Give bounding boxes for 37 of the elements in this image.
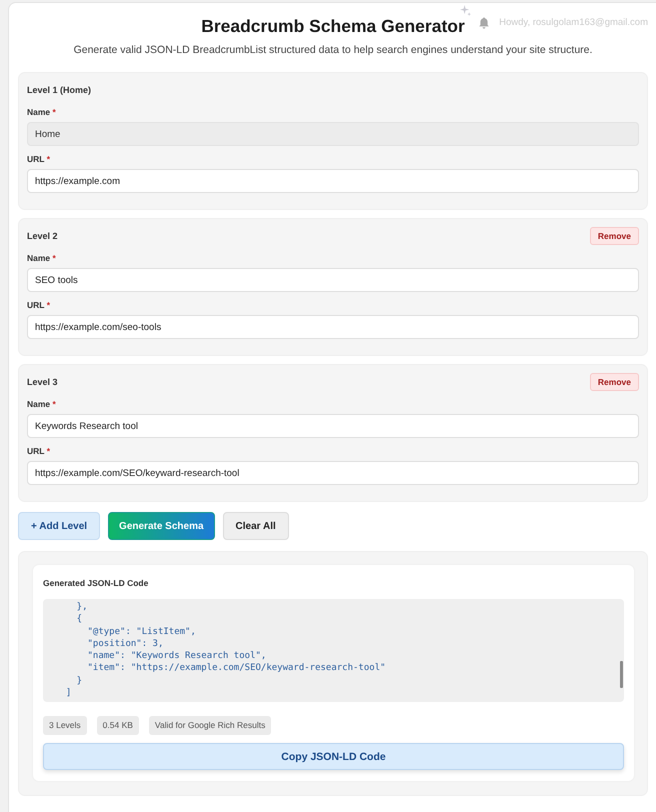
bell-icon[interactable] — [479, 17, 490, 29]
code-line: }, — [76, 601, 88, 614]
page-subtitle: Generate valid JSON-LD BreadcrumbList structured data to help search engines understand your site structure. — [72, 43, 594, 57]
sparkle-icon — [460, 5, 472, 16]
field-label: Name * — [27, 106, 56, 118]
info-badge: Valid for Google Rich Results — [148, 716, 272, 735]
code-heading: Generated JSON-LD Code — [43, 577, 148, 589]
field-label: Name * — [27, 398, 56, 410]
code-line: ] — [64, 687, 72, 700]
input-field[interactable]: SEO tools — [27, 268, 639, 292]
input-field[interactable]: https://example.com — [27, 169, 639, 193]
remove-button[interactable]: Remove — [590, 227, 639, 245]
clear-button[interactable]: Clear All — [222, 512, 289, 540]
input-field[interactable]: https://example.com/seo-tools — [27, 315, 639, 339]
info-badge: 3 Levels — [43, 716, 87, 735]
input-field[interactable]: Keywords Research tool — [27, 414, 639, 438]
level-heading: Level 2 — [27, 230, 58, 242]
field-label: URL * — [27, 153, 50, 165]
copy-button[interactable]: Copy JSON-LD Code — [43, 743, 624, 770]
level-heading: Level 3 — [27, 376, 58, 388]
code-line: "position": 3, — [86, 638, 164, 650]
level-heading: Level 1 (Home) — [27, 84, 92, 96]
input-field[interactable]: https://example.com/SEO/keyward-research-tool — [27, 461, 639, 485]
page-title: Breadcrumb Schema Generator — [201, 15, 465, 37]
add-button[interactable]: + Add Level — [18, 512, 100, 540]
code-line: } — [76, 674, 82, 688]
code-line: "item": "https://example.com/SEO/keyward-research-tool" — [86, 662, 386, 675]
code-line: "@type": "ListItem", — [86, 626, 196, 638]
code-line: { — [76, 613, 82, 626]
field-label: Name * — [27, 252, 56, 264]
code-line: "name": "Keywords Research tool", — [86, 650, 266, 662]
scrollbar-thumb[interactable] — [620, 661, 623, 688]
generate-button[interactable]: Generate Schema — [108, 512, 215, 540]
remove-button[interactable]: Remove — [590, 373, 639, 391]
field-label: URL * — [27, 299, 50, 311]
info-badge: 0.54 KB — [96, 716, 139, 735]
field-label: URL * — [27, 445, 50, 457]
